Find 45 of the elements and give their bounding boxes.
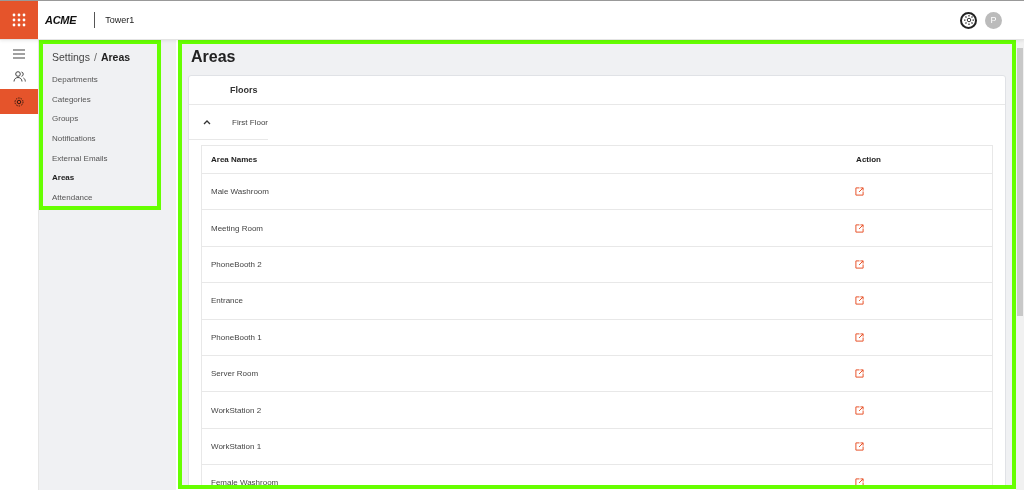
- settings-menu-item[interactable]: Groups: [52, 109, 79, 130]
- table-cell-text: Entrance: [210, 296, 244, 306]
- grid-icon: [12, 13, 26, 27]
- edit-icon[interactable]: [855, 332, 864, 342]
- chevron-up-icon: [203, 119, 211, 125]
- section-heading: Floors: [230, 85, 258, 95]
- table-cell-text: WorkStation 1: [210, 441, 262, 451]
- logo: ACME: [45, 14, 77, 26]
- breadcrumb-current: Areas: [100, 51, 131, 63]
- table-cell-text: Male Washroom: [210, 187, 269, 197]
- settings-menu-item[interactable]: Attendance: [52, 188, 93, 208]
- settings-menu-item[interactable]: Areas: [52, 168, 75, 189]
- column-header: Action: [856, 155, 881, 164]
- edit-icon[interactable]: [855, 259, 864, 269]
- settings-menu-item[interactable]: Notifications: [52, 129, 96, 149]
- settings-button[interactable]: [960, 11, 977, 29]
- table-cell-text: Server Room: [210, 369, 259, 379]
- edit-icon[interactable]: [855, 441, 864, 451]
- floor-row[interactable]: First Floor: [189, 105, 268, 140]
- users-icon: [12, 70, 26, 82]
- edit-icon[interactable]: [855, 223, 864, 233]
- site-name: Tower1: [105, 15, 135, 25]
- breadcrumb-separator: /: [93, 51, 97, 63]
- table-cell-text: PhoneBooth 2: [210, 259, 262, 269]
- apps-grid-button[interactable]: [0, 1, 38, 39]
- settings-menu-item[interactable]: External Emails: [52, 148, 108, 169]
- table-cell-text: Female Washroom: [210, 478, 279, 485]
- column-header: Area Names: [210, 155, 258, 164]
- page-title: Areas: [191, 48, 237, 66]
- settings-menu-item[interactable]: Categories: [52, 89, 91, 110]
- edit-icon[interactable]: [855, 478, 864, 485]
- breadcrumb-link[interactable]: Settings: [52, 51, 90, 63]
- scrollbar[interactable]: [1016, 40, 1024, 490]
- edit-icon[interactable]: [855, 405, 864, 415]
- table-cell-text: PhoneBooth 1: [210, 332, 262, 342]
- table-cell-text: Meeting Room: [210, 223, 264, 233]
- table-cell-text: WorkStation 2: [210, 405, 262, 415]
- settings-icon: [962, 14, 975, 26]
- settings-icon: [13, 95, 25, 108]
- nav-item[interactable]: [0, 89, 38, 114]
- edit-icon[interactable]: [855, 296, 864, 306]
- menu-icon: [13, 49, 25, 59]
- edit-icon[interactable]: [855, 187, 864, 197]
- edit-icon[interactable]: [855, 369, 864, 379]
- settings-menu-item[interactable]: Departments: [52, 70, 98, 90]
